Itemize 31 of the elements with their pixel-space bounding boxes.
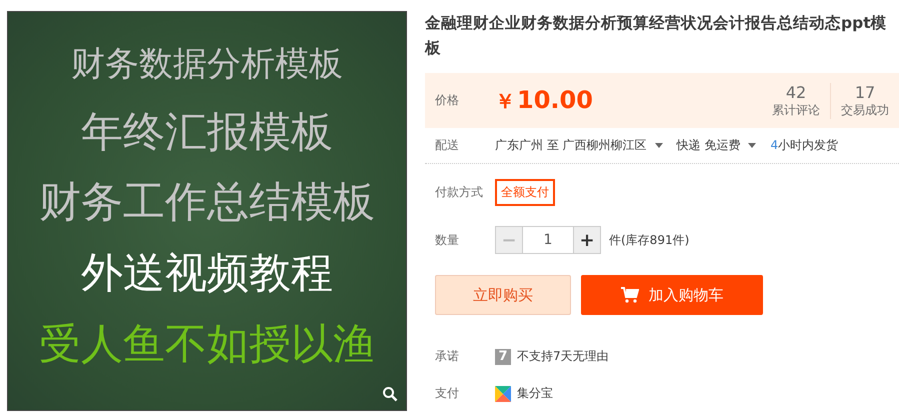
price: ￥10.00 xyxy=(495,86,594,115)
shipping-time: 4小时内发货 xyxy=(770,137,838,154)
stat-label: 累计评论 xyxy=(772,102,820,118)
stock-text: 件(库存891件) xyxy=(609,232,690,248)
increase-button[interactable]: + xyxy=(573,226,601,254)
service-text: 集分宝 xyxy=(517,385,553,402)
stat-value: 42 xyxy=(786,82,806,102)
quantity-label: 数量 xyxy=(435,232,460,248)
return-policy-badge: 7 xyxy=(495,348,511,364)
image-caption: 年终汇报模板 xyxy=(81,108,333,155)
payment-method-label: 付款方式 xyxy=(435,184,484,200)
service-label: 承诺 xyxy=(435,348,460,365)
stat-label: 交易成功 xyxy=(841,102,889,118)
image-caption: 受人鱼不如授以渔 xyxy=(39,321,375,368)
caret-icon xyxy=(654,143,663,148)
delivery-route[interactable]: 广东广州 至 广西柳州柳江区 xyxy=(495,137,663,154)
image-caption: 外送视频教程 xyxy=(81,250,333,297)
service-text: 不支持7天无理由 xyxy=(517,348,609,365)
search-icon[interactable] xyxy=(382,386,398,402)
price-label: 价格 xyxy=(435,92,460,109)
image-caption: 财务工作总结模板 xyxy=(39,179,375,226)
image-caption: 财务数据分析模板 xyxy=(71,46,343,84)
caret-icon xyxy=(748,143,756,148)
service-label: 支付 xyxy=(435,385,460,402)
cart-icon xyxy=(620,287,638,303)
shipping-method[interactable]: 快递 免运费 xyxy=(676,137,756,154)
stat-value: 17 xyxy=(854,82,876,102)
delivery-label: 配送 xyxy=(435,137,460,154)
payment-logo-icon xyxy=(495,386,511,402)
product-title: 金融理财企业财务数据分析预算经营状况会计报告总结动态ppt模板 xyxy=(425,13,888,59)
quantity-field[interactable]: 1 xyxy=(523,226,573,254)
